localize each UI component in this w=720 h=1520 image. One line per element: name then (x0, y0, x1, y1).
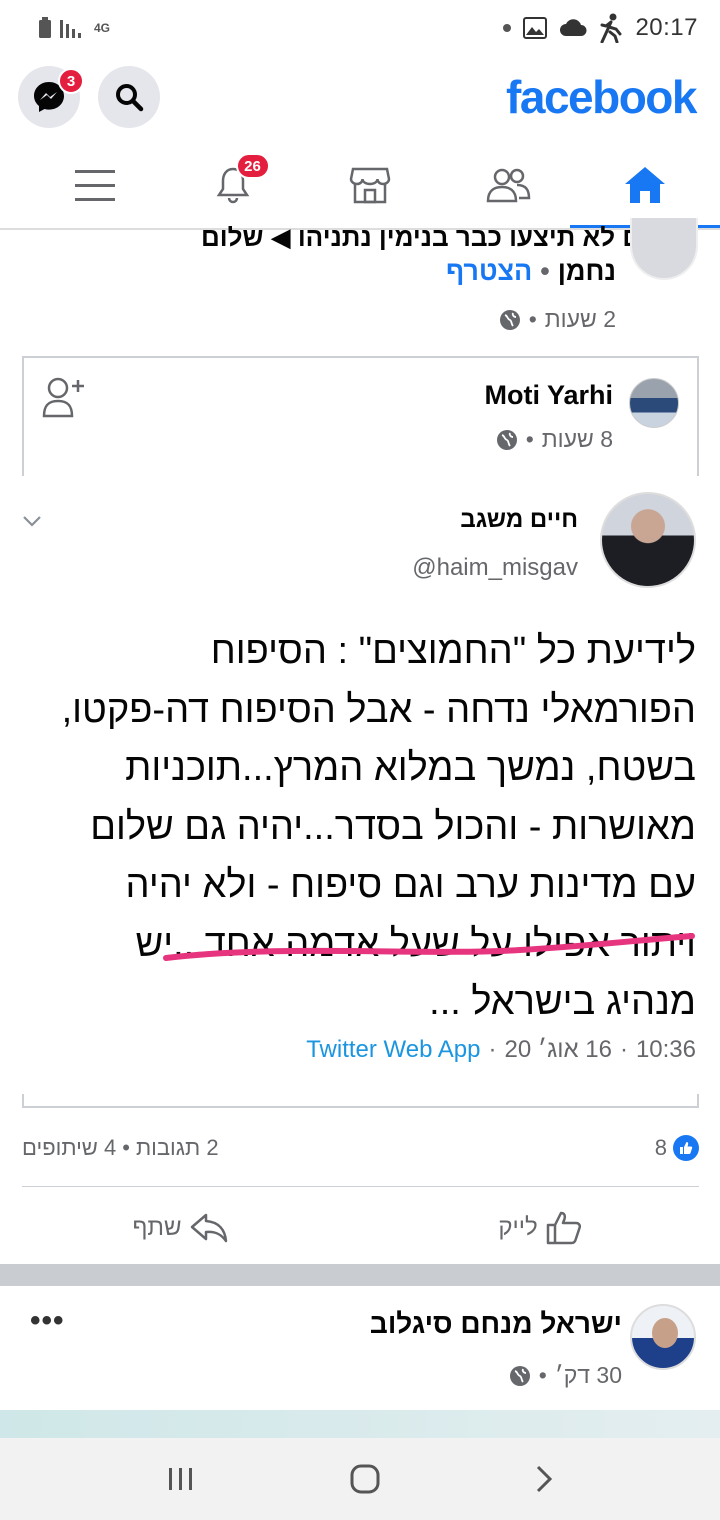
search-icon (116, 84, 144, 112)
tweet-line: מנהיג בישראל ... (429, 981, 696, 1023)
feed-separator (0, 1264, 720, 1286)
tweet-source-link[interactable]: Twitter Web App (306, 1036, 480, 1064)
walking-icon (600, 13, 622, 43)
status-right: 20:17 (503, 13, 698, 43)
next-post-time[interactable]: 30 דק׳ (555, 1362, 622, 1389)
tweet-text: לידיעת כל "החמוצים" : הסיפוח הפורמאלי נד… (16, 622, 696, 1032)
signal-icon (60, 20, 81, 38)
join-link[interactable]: הצטרף (446, 256, 532, 287)
share-button[interactable]: שתף (0, 1212, 360, 1244)
separator-dot: · (619, 1036, 628, 1063)
reactions-summary: 2 תגובות • 4 שיתופים 8 (22, 1130, 699, 1166)
notifications-badge: 26 (235, 153, 270, 179)
separator-dot: • (538, 1362, 547, 1388)
search-button[interactable] (98, 66, 160, 128)
like-button[interactable]: לייק (360, 1211, 720, 1245)
network-type: 4G (94, 21, 111, 35)
likes-count: 8 (654, 1135, 667, 1160)
next-post-time-line: 30 דק׳ • (509, 1362, 622, 1389)
previous-post-avatar[interactable] (630, 218, 698, 280)
recent-apps-icon[interactable] (167, 1466, 195, 1492)
shares-count[interactable]: 4 שיתופים (22, 1135, 116, 1161)
next-post-avatar[interactable] (630, 1304, 696, 1370)
tweet-line: עם מדינות ערב וגם סיפוח - ולא יהיה (125, 864, 696, 906)
status-left: 4G (38, 17, 110, 39)
tweet-line: מאושרות - והכול בסדר...יהיה גם שלום (90, 805, 696, 848)
previous-post-time-line: 2 שעות • (499, 306, 616, 333)
tweet-line: בשטח, נמשך במלוא המרץ...תוכניות (125, 747, 696, 789)
tab-menu[interactable] (50, 145, 140, 225)
shared-post-card: Moti Yarhi 8 שעות • (22, 356, 699, 476)
shared-post-time-line: 8 שעות • (496, 426, 613, 453)
facebook-logo[interactable]: facebook (506, 70, 697, 124)
header-actions: 3 (18, 66, 160, 128)
previous-post-text: לעולם לא תיצעו כבר בנימין נתניהו ◀ שלום (201, 226, 694, 250)
tweet-meta: 10:36 · 16 אוג׳ 20 · Twitter Web App (306, 1036, 696, 1064)
share-icon (190, 1213, 227, 1243)
battery-icon (39, 17, 51, 38)
tab-home[interactable] (570, 145, 720, 229)
separator-dot: · (488, 1036, 497, 1063)
shared-post-author[interactable]: Moti Yarhi (484, 380, 613, 411)
clock: 20:17 (635, 14, 698, 41)
tweet-avatar[interactable] (600, 492, 696, 588)
globe-icon (496, 429, 517, 450)
globe-icon (509, 1365, 530, 1386)
separator-dot: • (525, 426, 534, 452)
tweet-card-bottom-border (22, 1094, 699, 1108)
comments-count[interactable]: 2 תגובות (136, 1135, 219, 1161)
tweet-time: 10:36 (635, 1036, 696, 1063)
more-options-button[interactable]: ••• (30, 1304, 65, 1338)
separator-dot: • (540, 256, 550, 286)
gallery-icon (523, 17, 548, 39)
next-post-author[interactable]: ישראל מנחם סיגלוב (370, 1308, 622, 1340)
tweet-line: לידיעת כל "החמוצים" : הסיפוח (210, 630, 696, 672)
tab-friends[interactable] (463, 145, 553, 225)
embedded-tweet[interactable]: חיים משגב @haim_misgav לידיעת כל "החמוצי… (0, 476, 720, 1106)
thumbs-up-icon (546, 1211, 581, 1245)
shared-post-time[interactable]: 8 שעות (542, 426, 613, 453)
hamburger-menu-icon (75, 170, 115, 201)
tweet-author-handle[interactable]: @haim_misgav (412, 554, 578, 582)
post-actions: שתף לייק (0, 1196, 720, 1260)
app-header: 3 facebook (0, 56, 720, 138)
like-reaction-icon (673, 1135, 699, 1161)
previous-post-author-line: נחמן • הצטרף (446, 256, 616, 287)
messenger-badge: 3 (58, 68, 84, 94)
next-post-media-edge (0, 1410, 720, 1438)
status-bar: 4G 20:17 (0, 0, 720, 56)
separator-dot: • (122, 1135, 130, 1160)
reactions-divider (22, 1186, 699, 1187)
home-icon (625, 167, 665, 203)
separator-dot: • (528, 306, 537, 332)
chevron-down-icon[interactable] (22, 514, 42, 528)
tweet-line: הפורמאלי נדחה - אבל הסיפוח דה-פקטו, (61, 688, 696, 731)
previous-post-time[interactable]: 2 שעות (545, 306, 616, 333)
back-icon[interactable] (535, 1464, 553, 1494)
tab-marketplace[interactable] (325, 145, 415, 225)
cloud-icon (560, 19, 587, 36)
tweet-date: 16 אוג׳ 20 (504, 1036, 612, 1063)
pink-underline-annotation (163, 933, 695, 961)
likes-count-group[interactable]: 8 (655, 1135, 699, 1161)
system-navigation-bar (0, 1438, 720, 1520)
share-label: שתף (132, 1214, 182, 1241)
tweet-author-name[interactable]: חיים משגב (460, 506, 578, 534)
messenger-button[interactable]: 3 (18, 66, 84, 128)
like-label: לייק (498, 1214, 538, 1241)
tab-notifications[interactable]: 26 (188, 145, 278, 225)
marketplace-icon (349, 167, 391, 204)
notification-dot-icon (503, 24, 512, 32)
friends-icon (486, 168, 530, 203)
previous-post-author[interactable]: נחמן (558, 256, 616, 287)
comments-shares-count[interactable]: 2 תגובות • 4 שיתופים (22, 1135, 219, 1161)
main-tabs: 26 (0, 140, 720, 230)
shared-post-avatar[interactable] (629, 378, 679, 428)
home-nav-icon[interactable] (350, 1464, 380, 1494)
add-friend-icon[interactable] (42, 376, 86, 418)
globe-icon (499, 309, 520, 330)
